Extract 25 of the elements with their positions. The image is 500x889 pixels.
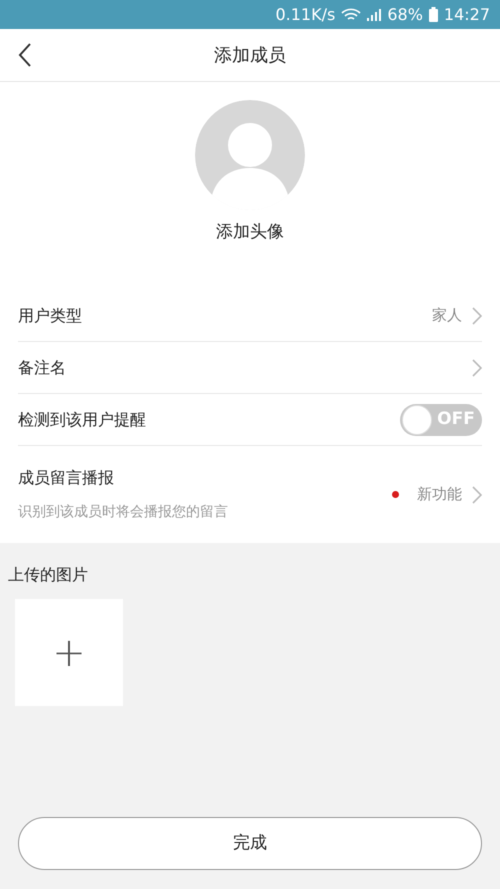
- settings-row[interactable]: 用户类型 家人: [18, 290, 482, 342]
- add-avatar-label[interactable]: 添加头像: [216, 220, 284, 246]
- back-icon[interactable]: [18, 43, 32, 67]
- chevron-right-icon: [472, 306, 482, 324]
- row-value: 家人: [432, 305, 462, 326]
- chevron-right-icon: [472, 486, 482, 504]
- signal-icon: [367, 8, 382, 20]
- network-speed: 0.11K/s: [275, 4, 336, 26]
- page-title: 添加成员: [214, 44, 286, 68]
- add-image-button[interactable]: +: [15, 599, 123, 706]
- clock: 14:27: [444, 4, 490, 26]
- done-button[interactable]: 完成: [18, 817, 482, 870]
- row-value: 新功能: [417, 484, 462, 506]
- row-description: 识别到该成员时将会播报您的留言: [18, 503, 229, 522]
- settings-row[interactable]: 备注名: [18, 342, 482, 394]
- wifi-icon: [341, 8, 362, 22]
- row-label: 检测到该用户提醒: [18, 408, 147, 430]
- row-label: 成员留言播报: [18, 467, 115, 489]
- row-label: 备注名: [18, 356, 67, 378]
- uploads-title: 上传的图片: [7, 564, 89, 586]
- row-label: 用户类型: [18, 304, 83, 326]
- settings-row[interactable]: 成员留言播报 识别到该成员时将会播报您的留言 新功能: [18, 446, 482, 543]
- battery-percent: 68%: [387, 4, 423, 26]
- chevron-right-icon: [472, 358, 482, 376]
- battery-icon: [428, 7, 438, 22]
